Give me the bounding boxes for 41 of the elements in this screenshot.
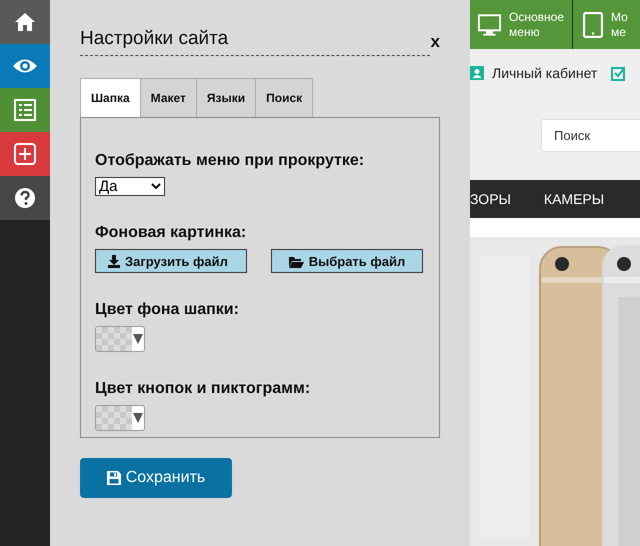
tab[interactable]: Поиск [255,78,314,117]
home-icon [14,11,36,33]
chevron-icon [151,183,161,190]
color-picker[interactable] [95,405,145,431]
tab[interactable]: Языки [196,78,256,117]
plus-icon [14,143,36,165]
field-label: Фоновая картинка: [95,224,248,242]
close-button[interactable]: x [430,33,440,50]
dropdown[interactable]: Да [95,177,165,196]
caret-icon [133,334,143,344]
tab[interactable]: Макет [140,78,197,117]
user-icon [470,66,484,80]
sidebar-button[interactable] [0,132,50,176]
help-icon [14,187,36,209]
field-label: Отображать меню при прокрутке: [95,152,366,170]
save-button[interactable]: Сохранить [80,458,232,498]
field-label: Цвет фона шапки: [95,301,240,319]
upload-button[interactable]: Загрузить файл [95,249,247,273]
caret-icon [133,413,143,423]
floppy-icon [106,471,121,485]
search-field[interactable]: Поиск [541,119,640,152]
choose-file-button[interactable]: Выбрать файл [271,249,423,273]
account-link[interactable]: Личный кабинет [470,65,598,81]
upload-icon [108,254,120,268]
tab[interactable]: Шапка [80,78,141,117]
monitor-icon [478,12,502,36]
field-label: Цвет кнопок и пиктограмм: [95,380,312,398]
nav-link[interactable]: ЗОРЫ [470,191,511,207]
checkbox-icon [611,65,626,81]
folder-icon [288,254,304,268]
sidebar-button[interactable] [0,0,50,44]
menu-item[interactable]: Мо ме [573,0,636,49]
panel-title: Настройки сайта [80,28,228,50]
nav-link[interactable]: КАМЕРЫ [544,191,604,207]
sidebar-button[interactable] [0,88,50,132]
color-picker[interactable] [95,326,145,352]
sidebar-button[interactable] [0,44,50,88]
sidebar-button[interactable] [0,176,50,220]
list-icon [14,99,36,121]
menu-item[interactable]: Основное меню [470,0,573,49]
tablet-icon [583,12,603,38]
